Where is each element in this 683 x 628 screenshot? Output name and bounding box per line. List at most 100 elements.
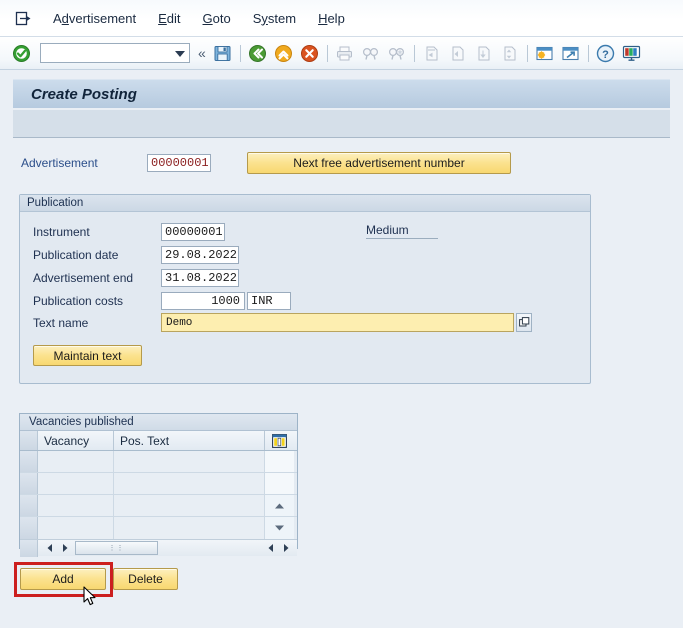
cell-pos-text[interactable] bbox=[114, 473, 265, 494]
toolbar-separator bbox=[413, 44, 415, 62]
vacancies-table-header: Vacancy Pos. Text bbox=[20, 431, 297, 451]
table-row[interactable] bbox=[20, 451, 297, 473]
menu-advertisement-label: Advertisement bbox=[53, 10, 137, 26]
text-name-label: Text name bbox=[33, 316, 89, 330]
column-header-vacancy[interactable]: Vacancy bbox=[38, 431, 114, 450]
menu-goto-label: Goto bbox=[202, 10, 231, 26]
publication-date-label: Publication date bbox=[33, 248, 119, 262]
customize-local-layout-icon[interactable] bbox=[620, 41, 644, 65]
enter-check-icon[interactable] bbox=[9, 41, 33, 65]
publication-date-value: 29.08.2022 bbox=[165, 248, 238, 262]
table-row[interactable] bbox=[20, 517, 297, 539]
scroll-right-icon[interactable] bbox=[57, 541, 72, 556]
instrument-field[interactable]: 00000001 bbox=[161, 223, 225, 241]
window-menu-icon[interactable] bbox=[10, 7, 36, 29]
scroll-thumb-grip: ⋮⋮ bbox=[108, 545, 125, 552]
row-selector[interactable] bbox=[20, 473, 38, 494]
next-free-advertisement-number-button[interactable]: Next free advertisement number bbox=[247, 152, 511, 174]
menu-help-label: Help bbox=[318, 10, 345, 26]
chevron-down-icon[interactable] bbox=[175, 51, 185, 57]
menu-system-label: System bbox=[252, 10, 297, 26]
publication-group-title: Publication bbox=[20, 195, 590, 212]
publication-costs-amount-field[interactable]: 1000 bbox=[161, 292, 245, 310]
vacancies-table: Vacancies published Vacancy Pos. Text ⋮⋮ bbox=[19, 413, 298, 557]
cell-vacancy[interactable] bbox=[38, 451, 114, 472]
screen-title-bar: Create Posting bbox=[13, 79, 670, 108]
scroll-down-icon[interactable] bbox=[265, 517, 294, 539]
command-input[interactable] bbox=[41, 45, 167, 61]
text-name-field[interactable]: Demo bbox=[161, 313, 514, 332]
horizontal-scroll-thumb[interactable]: ⋮⋮ bbox=[75, 541, 158, 555]
row-selector[interactable] bbox=[20, 517, 38, 539]
vacancies-table-title: Vacancies published bbox=[20, 414, 297, 431]
maintain-text-button[interactable]: Maintain text bbox=[33, 345, 142, 366]
print-icon[interactable] bbox=[333, 41, 357, 65]
command-field[interactable] bbox=[40, 43, 190, 63]
svg-text:?: ? bbox=[602, 49, 609, 61]
row-scroll-spacer bbox=[265, 473, 294, 494]
advertisement-label: Advertisement bbox=[21, 156, 98, 170]
scroll-up-icon[interactable] bbox=[265, 495, 294, 516]
advertisement-end-value: 31.08.2022 bbox=[165, 271, 238, 285]
cell-pos-text[interactable] bbox=[114, 517, 265, 539]
scroll-left-icon[interactable] bbox=[42, 541, 57, 556]
page-left-icon[interactable] bbox=[263, 541, 278, 556]
next-page-icon[interactable] bbox=[472, 41, 496, 65]
multiple-selection-icon[interactable] bbox=[516, 313, 532, 332]
row-selector[interactable] bbox=[20, 451, 38, 472]
cancel-red-icon[interactable] bbox=[298, 41, 322, 65]
page-right-icon[interactable] bbox=[278, 541, 293, 556]
publication-costs-amount: 1000 bbox=[211, 294, 240, 308]
cell-vacancy[interactable] bbox=[38, 473, 114, 494]
select-all-cell[interactable] bbox=[20, 431, 38, 450]
cell-vacancy[interactable] bbox=[38, 495, 114, 516]
exit-yellow-icon[interactable] bbox=[272, 41, 296, 65]
menu-help[interactable]: Help bbox=[307, 8, 356, 29]
publication-date-field[interactable]: 29.08.2022 bbox=[161, 246, 239, 264]
advertisement-number-field[interactable]: 00000001 bbox=[147, 154, 211, 172]
create-shortcut-icon[interactable] bbox=[559, 41, 583, 65]
previous-page-icon[interactable] bbox=[446, 41, 470, 65]
row-selector[interactable] bbox=[20, 495, 38, 516]
cell-vacancy[interactable] bbox=[38, 517, 114, 539]
instrument-label: Instrument bbox=[33, 225, 90, 239]
application-toolbar-empty bbox=[13, 110, 670, 138]
create-session-icon[interactable] bbox=[533, 41, 557, 65]
screen-body: Advertisement 00000001 Next free adverti… bbox=[0, 139, 683, 628]
menu-goto[interactable]: Goto bbox=[192, 8, 242, 29]
publication-date-row: Publication date 29.08.2022 bbox=[33, 246, 239, 264]
last-page-icon[interactable] bbox=[498, 41, 522, 65]
expand-command-field-icon[interactable]: « bbox=[194, 45, 210, 61]
menu-advertisement[interactable]: Advertisement bbox=[42, 8, 147, 29]
publication-group: Publication Instrument 00000001 Medium P… bbox=[19, 194, 591, 384]
toolbar: « ? bbox=[0, 37, 683, 70]
horizontal-scrollbar[interactable]: ⋮⋮ bbox=[20, 539, 297, 557]
help-icon[interactable]: ? bbox=[594, 41, 618, 65]
save-icon[interactable] bbox=[211, 41, 235, 65]
cell-pos-text[interactable] bbox=[114, 451, 265, 472]
publication-costs-currency-field[interactable]: INR bbox=[247, 292, 291, 310]
row-scroll-spacer bbox=[265, 451, 294, 472]
delete-button[interactable]: Delete bbox=[113, 568, 178, 590]
add-button[interactable]: Add bbox=[20, 568, 106, 590]
back-green-icon[interactable] bbox=[246, 41, 270, 65]
menu-bar: Advertisement Edit Goto System Help bbox=[0, 0, 683, 37]
table-settings-icon[interactable] bbox=[265, 431, 294, 450]
column-header-pos-text[interactable]: Pos. Text bbox=[114, 431, 265, 450]
toolbar-separator bbox=[239, 44, 241, 62]
menu-edit[interactable]: Edit bbox=[147, 8, 191, 29]
instrument-value: 00000001 bbox=[165, 225, 223, 239]
find-next-icon[interactable] bbox=[385, 41, 409, 65]
menu-system[interactable]: System bbox=[242, 8, 307, 29]
first-page-icon[interactable] bbox=[420, 41, 444, 65]
cell-pos-text[interactable] bbox=[114, 495, 265, 516]
advertisement-end-field[interactable]: 31.08.2022 bbox=[161, 269, 239, 287]
hbar-corner bbox=[20, 539, 38, 557]
toolbar-separator bbox=[526, 44, 528, 62]
medium-label: Medium bbox=[366, 223, 438, 239]
sap-gui-window: Advertisement Edit Goto System Help « ? … bbox=[0, 0, 683, 628]
find-icon[interactable] bbox=[359, 41, 383, 65]
toolbar-separator bbox=[587, 44, 589, 62]
table-row[interactable] bbox=[20, 473, 297, 495]
table-row[interactable] bbox=[20, 495, 297, 517]
